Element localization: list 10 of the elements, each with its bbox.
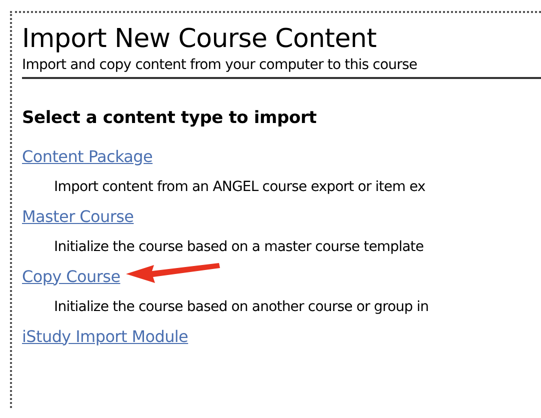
page-title: Import New Course Content (22, 23, 378, 55)
option-link[interactable]: Copy Course (22, 266, 120, 286)
option-description: Initialize the course based on another course or group in (53, 298, 430, 317)
option-link[interactable]: Content Package (22, 146, 153, 166)
option-link[interactable]: iStudy Import Module (22, 326, 188, 346)
option-description: Import content from an ANGEL course export or item ex (53, 178, 426, 197)
section-heading: Select a content type to import (22, 107, 318, 130)
option-link[interactable]: Master Course (22, 206, 134, 226)
option-description: Initialize the course based on a master course template (53, 238, 425, 257)
page-subtitle: Import and copy content from your computer to this course (22, 55, 541, 79)
